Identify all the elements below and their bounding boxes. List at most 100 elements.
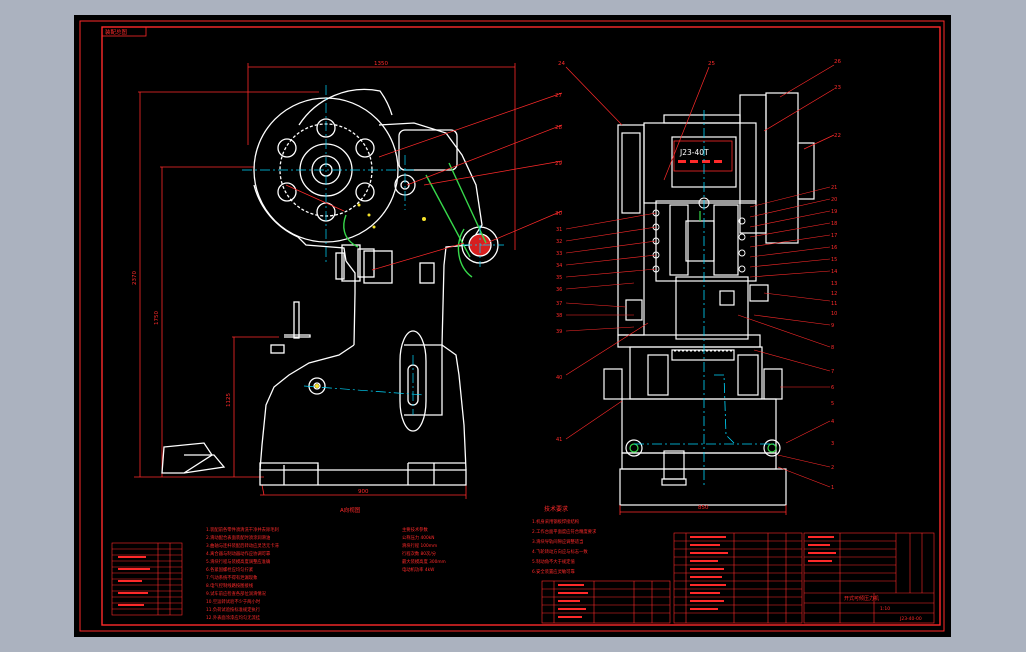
parts-list-fill <box>558 536 836 618</box>
note-left-7: 7.气动系统不得有泄漏现象 <box>206 574 258 581</box>
callout-10: 10 <box>831 311 837 317</box>
callout-33: 33 <box>556 251 562 257</box>
left-callout-numbers: 31 32 33 34 35 36 37 38 39 40 41 <box>556 227 562 443</box>
callout-27: 27 <box>555 93 562 99</box>
dim-base-left: 900 <box>358 489 369 495</box>
callout-19: 19 <box>831 209 837 215</box>
callout-5: 5 <box>831 401 834 407</box>
callout-35: 35 <box>556 275 562 281</box>
note-left-1: 1.装配前各零件须清洗干净并去除毛刺 <box>206 526 279 533</box>
dim-height-1: 2370 <box>132 271 138 285</box>
note-mid-2: 公称压力 400kN <box>402 534 434 541</box>
callout-12: 12 <box>831 291 837 297</box>
title-block-scale: 1:10 <box>880 606 890 612</box>
callout-1: 1 <box>831 485 834 491</box>
note-left-6: 6.各紧固螺栓应均匀拧紧 <box>206 566 254 573</box>
side-view-outline <box>161 88 499 486</box>
callout-37: 37 <box>556 301 562 307</box>
note-left-12: 12.外表面涂漆应均匀无流挂 <box>206 614 261 621</box>
callout-23: 23 <box>834 85 841 91</box>
note-left-9: 9.试车前应检查各部位润滑情况 <box>206 590 267 597</box>
callout-30: 30 <box>555 211 562 217</box>
callout-17: 17 <box>831 233 837 239</box>
note-right-1: 1.机身采用钢板焊接结构 <box>532 518 580 525</box>
callout-20: 20 <box>831 197 837 203</box>
note-mid-6: 电动机功率 4kW <box>402 566 435 573</box>
note-mid-4: 行程次数 80次/分 <box>402 550 437 557</box>
view-caption: A向视图 <box>340 506 361 514</box>
callout-3: 3 <box>831 441 834 447</box>
note-left-10: 10.空运转试验不少于两小时 <box>206 598 261 605</box>
note-left-3: 3.曲轴与连杆装配后转动应灵活无卡滞 <box>206 542 280 549</box>
note-right-4: 4.飞轮转动方向应与标志一致 <box>532 548 588 555</box>
callout-24: 24 <box>558 61 565 67</box>
corner-label: 装配总图 <box>105 28 128 36</box>
callout-26: 26 <box>834 59 841 65</box>
callout-22: 22 <box>834 133 841 139</box>
note-right-6: 6.安全装置应灵敏可靠 <box>532 568 575 575</box>
note-mid-3: 滑块行程 100mm <box>402 542 437 549</box>
dim-base-right: 850 <box>698 505 709 511</box>
callout-15: 15 <box>831 257 837 263</box>
callout-25: 25 <box>708 61 715 67</box>
cad-viewport[interactable]: 装配总图 1350 2370 1750 1125 900 27 28 29 30… <box>0 0 1026 652</box>
callout-31: 31 <box>556 227 562 233</box>
assembly-drawing: 装配总图 1350 2370 1750 1125 900 27 28 29 30… <box>79 20 945 632</box>
param-table-fill <box>118 556 150 606</box>
notes-title: 技术要求 <box>544 505 568 513</box>
front-view: J23-40T 850 24 25 26 23 22 21 20 19 18 1… <box>556 59 841 515</box>
note-right-2: 2.工作台面平面度应符合精度要求 <box>532 528 597 535</box>
callout-41: 41 <box>556 437 562 443</box>
callout-28: 28 <box>555 125 562 131</box>
model-label: J23-40T <box>679 148 709 157</box>
callout-29: 29 <box>555 161 562 167</box>
callout-39: 39 <box>556 329 562 335</box>
dim-height-3: 1125 <box>226 393 232 407</box>
side-view-markers <box>315 203 426 388</box>
dim-height-2: 1750 <box>154 311 160 325</box>
callout-21: 21 <box>831 185 837 191</box>
note-mid-1: 主要技术参数 <box>402 526 428 533</box>
dim-width: 1350 <box>374 61 388 67</box>
callout-8: 8 <box>831 345 834 351</box>
callout-38: 38 <box>556 313 562 319</box>
callout-6: 6 <box>831 385 834 391</box>
parts-list <box>541 532 935 624</box>
drawing-canvas[interactable]: 装配总图 1350 2370 1750 1125 900 27 28 29 30… <box>74 15 951 637</box>
right-callout-numbers: 21 20 19 18 17 16 15 14 13 12 11 10 9 8 … <box>831 185 837 491</box>
note-right-5: 5.制动角不大于规定值 <box>532 558 575 565</box>
callout-36: 36 <box>556 287 562 293</box>
front-view-outline <box>603 92 815 506</box>
title-block-number: J23-40-00 <box>899 616 922 622</box>
callout-2: 2 <box>831 465 834 471</box>
front-view-centerlines <box>634 110 774 485</box>
note-left-2: 2.滑动配合表面装配时须涂润滑油 <box>206 534 270 541</box>
technical-notes: 1.装配前各零件须清洗干净并去除毛刺 2.滑动配合表面装配时须涂润滑油 3.曲轴… <box>206 505 597 621</box>
front-view-left-leaders <box>565 212 657 440</box>
callout-32: 32 <box>556 239 562 245</box>
note-left-11: 11.负荷试验按标准规定执行 <box>206 606 261 613</box>
callout-4: 4 <box>831 419 834 425</box>
model-plate-stripes <box>678 160 722 163</box>
callout-9: 9 <box>831 323 834 329</box>
note-right-3: 3.滑块导轨间隙应调整适当 <box>532 538 583 545</box>
callout-16: 16 <box>831 245 837 251</box>
title-block-name: 开式可倾压力机 <box>844 595 879 602</box>
callout-40: 40 <box>556 375 562 381</box>
side-view-belts <box>343 162 487 278</box>
note-left-4: 4.离合器与制动器动作应协调可靠 <box>206 550 271 557</box>
callout-18: 18 <box>831 221 837 227</box>
side-view-dimensions <box>134 63 516 499</box>
callout-7: 7 <box>831 369 834 375</box>
callout-14: 14 <box>831 269 837 275</box>
callout-13: 13 <box>831 281 837 287</box>
note-left-8: 8.电气控制线路按图接线 <box>206 582 254 589</box>
front-view-green <box>629 211 777 453</box>
side-view-centerlines <box>242 85 504 415</box>
side-view: 1350 2370 1750 1125 900 27 28 29 30 <box>132 61 562 499</box>
callout-34: 34 <box>556 263 562 269</box>
front-view-right-leaders <box>737 186 831 488</box>
note-mid-5: 最大装模高度 300mm <box>402 558 446 565</box>
callout-11: 11 <box>831 301 837 307</box>
note-left-5: 5.滑块行程与装模高度调整应准确 <box>206 558 270 565</box>
